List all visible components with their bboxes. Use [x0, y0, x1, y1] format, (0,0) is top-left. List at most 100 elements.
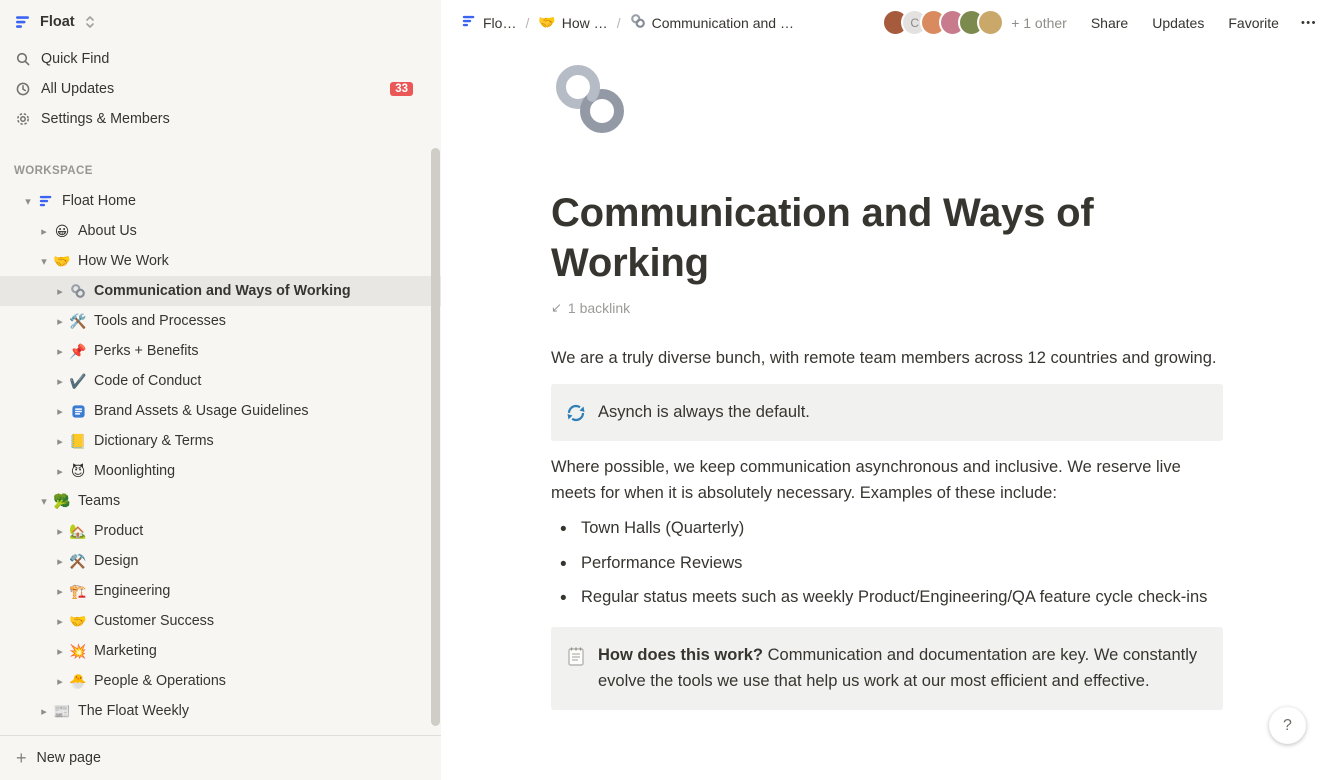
sidebar-page-moonlighting[interactable]: ▸😈Moonlighting — [0, 456, 441, 486]
topbar-actions: Share Updates Favorite — [1091, 15, 1279, 31]
sidebar-page-code-of-conduct[interactable]: ▸✔️Code of Conduct — [0, 366, 441, 396]
sidebar-item-label: Settings & Members — [41, 111, 170, 127]
sidebar-page-float-home[interactable]: ▾Float Home — [0, 186, 441, 216]
emoji-icon: 🛠️ — [68, 313, 88, 330]
toggle-icon[interactable]: ▸ — [36, 705, 52, 718]
toggle-icon[interactable]: ▸ — [52, 675, 68, 688]
page-label: Tools and Processes — [94, 313, 226, 329]
emoji-icon: 😀 — [52, 223, 72, 240]
toggle-icon[interactable]: ▸ — [52, 645, 68, 658]
bullet-item[interactable]: Regular status meets such as weekly Prod… — [551, 585, 1223, 611]
brand-blue-icon — [68, 404, 88, 419]
page-label: Communication and Ways of Working — [94, 283, 351, 299]
collaborator-avatar[interactable] — [977, 9, 1004, 36]
sidebar-item-quick-find[interactable]: Quick Find — [0, 44, 441, 74]
sidebar-page-customer-success[interactable]: ▸🤝Customer Success — [0, 606, 441, 636]
page-title[interactable]: Communication and Ways of Working — [551, 188, 1223, 288]
emoji-icon: ✔️ — [68, 373, 88, 390]
toggle-icon[interactable]: ▸ — [52, 315, 68, 328]
breadcrumb-label: How … — [562, 15, 608, 31]
more-menu-button[interactable]: ••• — [1301, 17, 1317, 29]
backlink-button[interactable]: ↙ 1 backlink — [551, 300, 630, 316]
workspace-section-label: WORKSPACE — [0, 158, 441, 184]
gear-icon — [14, 111, 32, 127]
callout-text: Asynch is always the default. — [598, 400, 810, 426]
emoji-icon: 📌 — [68, 343, 88, 360]
updates-button[interactable]: Updates — [1152, 15, 1204, 31]
sidebar-item-label: All Updates — [41, 81, 114, 97]
toggle-icon[interactable]: ▸ — [52, 405, 68, 418]
sidebar-item-settings-members[interactable]: Settings & Members — [0, 104, 441, 134]
workspace-switcher[interactable]: Float — [0, 0, 441, 44]
new-page-button[interactable]: + New page — [0, 735, 441, 780]
sidebar-page-about-us[interactable]: ▸😀About Us — [0, 216, 441, 246]
toggle-icon[interactable]: ▸ — [52, 285, 68, 298]
clock-icon — [14, 81, 32, 97]
breadcrumb-label: Flo… — [483, 15, 516, 31]
toggle-icon[interactable]: ▸ — [36, 225, 52, 238]
more-collaborators[interactable]: + 1 other — [1011, 15, 1067, 31]
help-button[interactable]: ? — [1269, 707, 1306, 744]
share-button[interactable]: Share — [1091, 15, 1128, 31]
sidebar-page-brand-assets-usage-guidelines[interactable]: ▸ Brand Assets & Usage Guidelines — [0, 396, 441, 426]
toggle-icon[interactable]: ▸ — [52, 525, 68, 538]
toggle-icon[interactable]: ▸ — [52, 555, 68, 568]
callout-text-wrap: How does this work? Communication and do… — [598, 643, 1207, 694]
float-logo — [36, 193, 56, 209]
breadcrumb-item-1[interactable]: Flo… — [461, 13, 516, 32]
float-logo — [461, 13, 477, 32]
sidebar-page-teams[interactable]: ▾🥦Teams — [0, 486, 441, 516]
page-label: Dictionary & Terms — [94, 433, 214, 449]
breadcrumb-item-3[interactable]: Communication and … — [630, 13, 794, 32]
notepad-icon — [565, 645, 587, 667]
breadcrumb-separator: / — [525, 15, 529, 31]
page-label: Brand Assets & Usage Guidelines — [94, 403, 309, 419]
toggle-icon[interactable]: ▸ — [52, 435, 68, 448]
paragraph-intro[interactable]: We are a truly diverse bunch, with remot… — [551, 346, 1223, 372]
toggle-icon[interactable]: ▾ — [20, 195, 36, 208]
bullet-item[interactable]: Town Halls (Quarterly) — [551, 516, 1223, 542]
new-page-label: New page — [37, 750, 101, 766]
breadcrumb: Flo… / 🤝How … / Communication and … — [461, 13, 794, 32]
emoji-icon: 🏗️ — [68, 583, 88, 600]
toggle-icon[interactable]: ▸ — [52, 465, 68, 478]
sidebar-page-the-float-weekly[interactable]: ▸📰The Float Weekly — [0, 696, 441, 726]
toggle-icon[interactable]: ▸ — [52, 615, 68, 628]
sidebar-page-product[interactable]: ▸🏡Product — [0, 516, 441, 546]
paragraph-body[interactable]: Where possible, we keep communication as… — [551, 455, 1223, 506]
bullet-item[interactable]: Performance Reviews — [551, 551, 1223, 577]
toggle-icon[interactable]: ▾ — [36, 255, 52, 268]
sidebar-scrollbar[interactable] — [431, 148, 440, 726]
workspace-name: Float — [40, 14, 75, 30]
callout-bold-text: How does this work? — [598, 646, 763, 664]
page-icon[interactable] — [551, 58, 631, 138]
sidebar-page-communication-and-ways-of-working[interactable]: ▸ Communication and Ways of Working — [0, 276, 441, 306]
sidebar-page-tools-and-processes[interactable]: ▸🛠️ Tools and Processes — [0, 306, 441, 336]
sidebar-page-engineering[interactable]: ▸🏗️ Engineering — [0, 576, 441, 606]
toggle-icon[interactable]: ▸ — [52, 345, 68, 358]
page-label: Engineering — [94, 583, 170, 599]
sidebar-item-all-updates[interactable]: All Updates33 — [0, 74, 441, 104]
callout-async[interactable]: Asynch is always the default. — [551, 384, 1223, 442]
breadcrumb-separator: / — [617, 15, 621, 31]
toggle-icon[interactable]: ▸ — [52, 375, 68, 388]
sidebar-page-perks-benefits[interactable]: ▸📌Perks + Benefits — [0, 336, 441, 366]
sidebar-page-design[interactable]: ▸⚒️Design — [0, 546, 441, 576]
sidebar: Float Quick FindAll Updates33 Settings & … — [0, 0, 441, 780]
breadcrumb-label: Communication and … — [652, 15, 794, 31]
sidebar-page-how-we-work[interactable]: ▾🤝How We Work — [0, 246, 441, 276]
toggle-icon[interactable]: ▸ — [52, 585, 68, 598]
page-label: People & Operations — [94, 673, 226, 689]
emoji-icon: 🏡 — [68, 523, 88, 540]
bullet-list: Town Halls (Quarterly) Performance Review… — [551, 516, 1223, 611]
sidebar-page-people-operations[interactable]: ▸🐣People & Operations — [0, 666, 441, 696]
sidebar-page-marketing[interactable]: ▸💥Marketing — [0, 636, 441, 666]
toggle-icon[interactable]: ▾ — [36, 495, 52, 508]
sidebar-page-dictionary-terms[interactable]: ▸📒Dictionary & Terms — [0, 426, 441, 456]
emoji-icon: ⚒️ — [68, 553, 88, 570]
page-label: Teams — [78, 493, 120, 509]
favorite-button[interactable]: Favorite — [1228, 15, 1279, 31]
breadcrumb-item-2[interactable]: 🤝How … — [538, 14, 607, 31]
topbar-right: C + 1 other ShareUpdatesFavorite ••• — [882, 9, 1317, 36]
callout-how[interactable]: How does this work? Communication and do… — [551, 627, 1223, 710]
